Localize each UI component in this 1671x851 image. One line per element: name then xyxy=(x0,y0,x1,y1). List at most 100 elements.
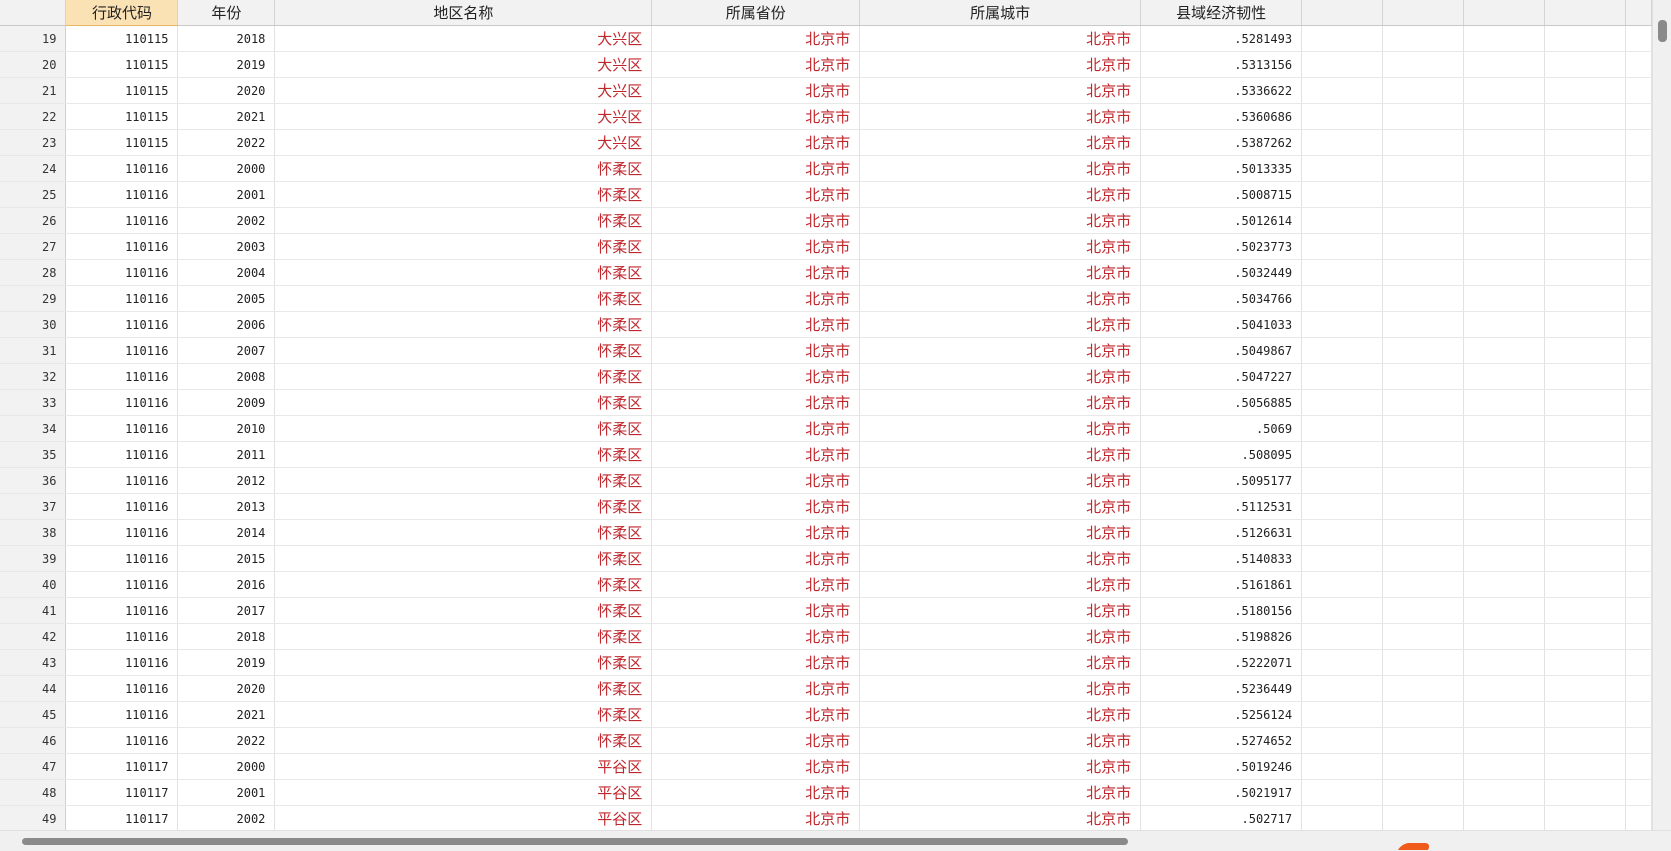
cell-code[interactable]: 110116 xyxy=(65,233,179,260)
cell-city[interactable]: 北京市 xyxy=(859,597,1142,624)
table-row[interactable]: 22 110115 2021 大兴区 北京市 北京市 .5360686 xyxy=(0,103,1652,130)
cell-empty[interactable] xyxy=(1301,363,1384,390)
cell-empty[interactable] xyxy=(1544,181,1626,208)
cell-empty[interactable] xyxy=(1544,441,1626,468)
cell-code[interactable]: 110116 xyxy=(65,727,179,754)
cell-year[interactable]: 2020 xyxy=(177,675,276,702)
column-header-empty[interactable] xyxy=(1301,0,1384,26)
cell-year[interactable]: 2008 xyxy=(177,363,276,390)
cell-year[interactable]: 2005 xyxy=(177,285,276,312)
cell-empty[interactable] xyxy=(1625,545,1652,572)
row-number[interactable]: 27 xyxy=(0,233,67,260)
cell-year[interactable]: 2000 xyxy=(177,155,276,182)
cell-empty[interactable] xyxy=(1301,389,1384,416)
cell-resilience[interactable]: .5336622 xyxy=(1140,77,1303,104)
row-number[interactable]: 35 xyxy=(0,441,67,468)
row-number[interactable]: 32 xyxy=(0,363,67,390)
cell-empty[interactable] xyxy=(1382,519,1464,546)
cell-empty[interactable] xyxy=(1463,311,1545,338)
cell-empty[interactable] xyxy=(1301,77,1384,104)
cell-empty[interactable] xyxy=(1544,129,1626,156)
cell-empty[interactable] xyxy=(1625,285,1652,312)
cell-resilience[interactable]: .5281493 xyxy=(1140,25,1303,52)
cell-empty[interactable] xyxy=(1301,311,1384,338)
cell-region[interactable]: 怀柔区 xyxy=(274,337,653,364)
cell-city[interactable]: 北京市 xyxy=(859,25,1142,52)
cell-empty[interactable] xyxy=(1544,623,1626,650)
cell-year[interactable]: 2002 xyxy=(177,805,276,830)
cell-empty[interactable] xyxy=(1463,493,1545,520)
cell-year[interactable]: 2020 xyxy=(177,77,276,104)
cell-empty[interactable] xyxy=(1544,701,1626,728)
cell-province[interactable]: 北京市 xyxy=(651,285,861,312)
cell-province[interactable]: 北京市 xyxy=(651,623,861,650)
cell-empty[interactable] xyxy=(1625,337,1652,364)
cell-city[interactable]: 北京市 xyxy=(859,51,1142,78)
cell-year[interactable]: 2022 xyxy=(177,129,276,156)
cell-city[interactable]: 北京市 xyxy=(859,207,1142,234)
cell-region[interactable]: 大兴区 xyxy=(274,25,653,52)
cell-empty[interactable] xyxy=(1625,701,1652,728)
cell-empty[interactable] xyxy=(1625,25,1652,52)
cell-empty[interactable] xyxy=(1382,597,1464,624)
column-header-empty[interactable] xyxy=(1544,0,1626,26)
cell-empty[interactable] xyxy=(1625,155,1652,182)
cell-empty[interactable] xyxy=(1382,675,1464,702)
cell-empty[interactable] xyxy=(1301,467,1384,494)
cell-region[interactable]: 怀柔区 xyxy=(274,649,653,676)
cell-year[interactable]: 2004 xyxy=(177,259,276,286)
cell-empty[interactable] xyxy=(1463,441,1545,468)
cell-empty[interactable] xyxy=(1625,441,1652,468)
cell-empty[interactable] xyxy=(1301,805,1384,830)
cell-code[interactable]: 110116 xyxy=(65,155,179,182)
cell-province[interactable]: 北京市 xyxy=(651,181,861,208)
cell-empty[interactable] xyxy=(1625,259,1652,286)
cell-empty[interactable] xyxy=(1463,467,1545,494)
table-row[interactable]: 33 110116 2009 怀柔区 北京市 北京市 .5056885 xyxy=(0,389,1652,416)
cell-region[interactable]: 怀柔区 xyxy=(274,519,653,546)
cell-empty[interactable] xyxy=(1463,233,1545,260)
cell-empty[interactable] xyxy=(1625,727,1652,754)
table-row[interactable]: 36 110116 2012 怀柔区 北京市 北京市 .5095177 xyxy=(0,467,1652,494)
cell-code[interactable]: 110116 xyxy=(65,675,179,702)
cell-empty[interactable] xyxy=(1544,597,1626,624)
cell-empty[interactable] xyxy=(1463,597,1545,624)
cell-city[interactable]: 北京市 xyxy=(859,623,1142,650)
cell-province[interactable]: 北京市 xyxy=(651,519,861,546)
cell-empty[interactable] xyxy=(1301,337,1384,364)
cell-empty[interactable] xyxy=(1382,181,1464,208)
cell-region[interactable]: 怀柔区 xyxy=(274,545,653,572)
cell-resilience[interactable]: .5021917 xyxy=(1140,779,1303,806)
cell-empty[interactable] xyxy=(1382,753,1464,780)
column-header-code[interactable]: 行政代码 xyxy=(65,0,179,26)
table-row[interactable]: 37 110116 2013 怀柔区 北京市 北京市 .5112531 xyxy=(0,493,1652,520)
cell-empty[interactable] xyxy=(1463,701,1545,728)
cell-empty[interactable] xyxy=(1301,545,1384,572)
cell-region[interactable]: 怀柔区 xyxy=(274,441,653,468)
row-number[interactable]: 41 xyxy=(0,597,67,624)
cell-region[interactable]: 怀柔区 xyxy=(274,701,653,728)
cell-year[interactable]: 2018 xyxy=(177,25,276,52)
cell-province[interactable]: 北京市 xyxy=(651,597,861,624)
cell-city[interactable]: 北京市 xyxy=(859,103,1142,130)
cell-empty[interactable] xyxy=(1625,181,1652,208)
cell-province[interactable]: 北京市 xyxy=(651,701,861,728)
cell-city[interactable]: 北京市 xyxy=(859,779,1142,806)
row-number[interactable]: 36 xyxy=(0,467,67,494)
cell-code[interactable]: 110116 xyxy=(65,181,179,208)
cell-empty[interactable] xyxy=(1544,77,1626,104)
cell-empty[interactable] xyxy=(1463,389,1545,416)
cell-region[interactable]: 怀柔区 xyxy=(274,467,653,494)
table-row[interactable]: 29 110116 2005 怀柔区 北京市 北京市 .5034766 xyxy=(0,285,1652,312)
cell-resilience[interactable]: .508095 xyxy=(1140,441,1303,468)
cell-year[interactable]: 2015 xyxy=(177,545,276,572)
row-number[interactable]: 47 xyxy=(0,753,67,780)
cell-resilience[interactable]: .5236449 xyxy=(1140,675,1303,702)
cell-code[interactable]: 110116 xyxy=(65,701,179,728)
cell-empty[interactable] xyxy=(1625,649,1652,676)
cell-city[interactable]: 北京市 xyxy=(859,701,1142,728)
cell-city[interactable]: 北京市 xyxy=(859,129,1142,156)
cell-city[interactable]: 北京市 xyxy=(859,285,1142,312)
cell-empty[interactable] xyxy=(1382,623,1464,650)
row-number[interactable]: 43 xyxy=(0,649,67,676)
